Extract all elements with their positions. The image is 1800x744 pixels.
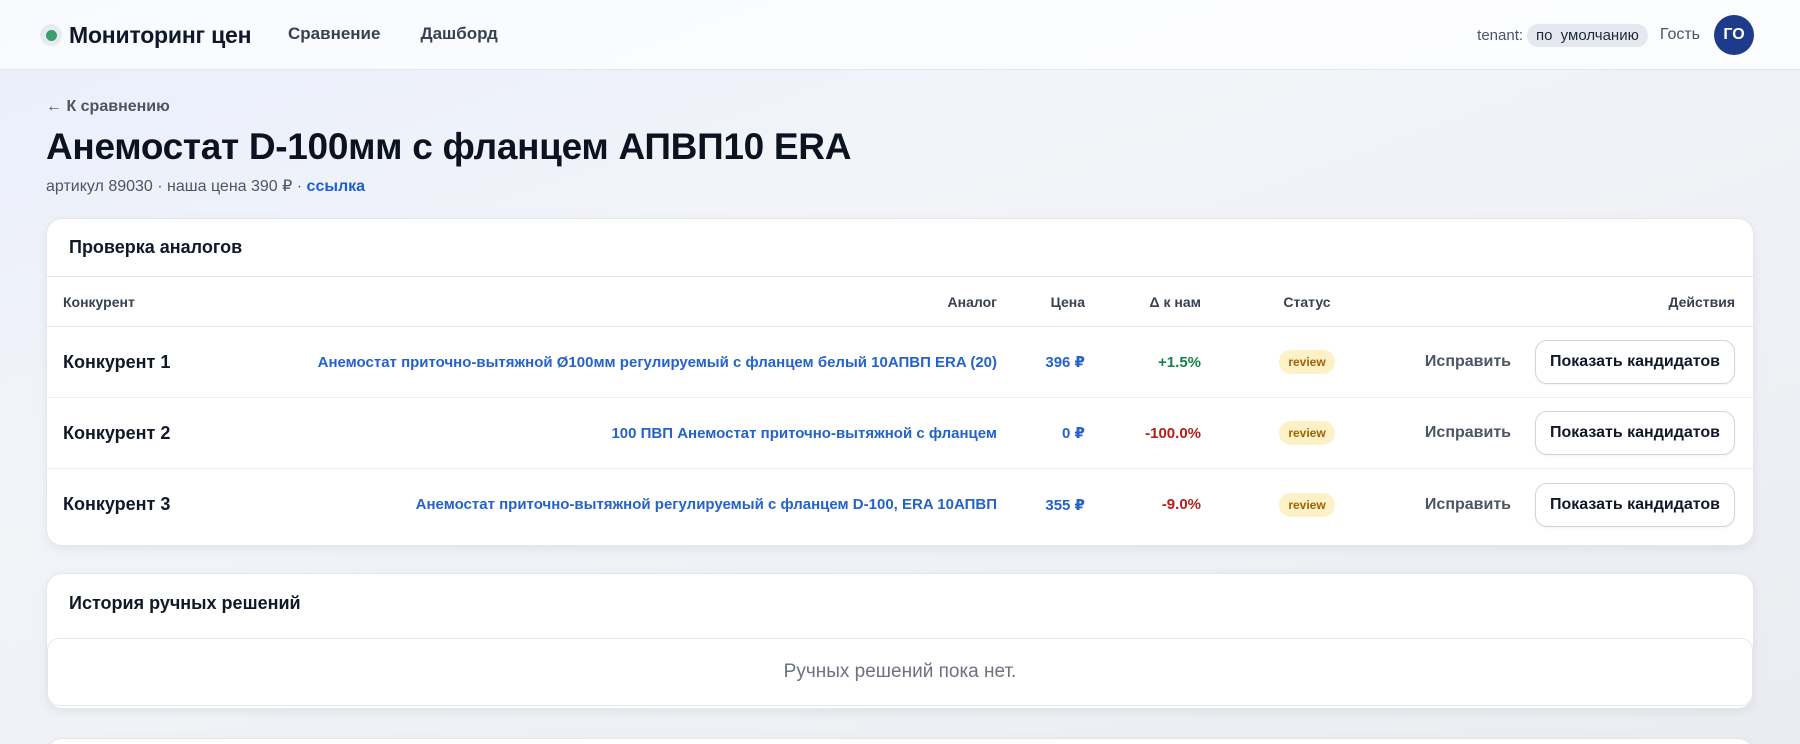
- next-card: [46, 738, 1754, 744]
- product-meta-text: артикул 89030 · наша цена 390 ₽ ·: [46, 178, 307, 195]
- history-empty-state: Ручных решений пока нет.: [47, 638, 1753, 706]
- show-candidates-button[interactable]: Показать кандидатов: [1535, 411, 1735, 455]
- brand[interactable]: Мониторинг цен: [40, 21, 252, 48]
- history-card-title: История ручных решений: [69, 592, 301, 613]
- back-to-compare-link[interactable]: ← К сравнению: [46, 98, 170, 116]
- avatar[interactable]: ГО: [1714, 15, 1754, 55]
- col-analog: Аналог: [947, 293, 997, 310]
- table-row: Конкурент 2 100 ПВП Анемостат приточно-в…: [47, 398, 1753, 469]
- table-row: Конкурент 3 Анемостат приточно-вытяжной …: [47, 469, 1753, 540]
- page-title: Анемостат D-100мм с фланцем АПВП10 ERA: [46, 126, 852, 167]
- top-bar: Мониторинг цен Сравнение Дашборд tenant:…: [0, 0, 1800, 70]
- col-actions: Действия: [1668, 293, 1735, 310]
- nav-dashboard[interactable]: Дашборд: [420, 24, 497, 44]
- col-competitor: Конкурент: [63, 293, 135, 310]
- table-row: Конкурент 1 Анемостат приточно-вытяжной …: [47, 327, 1753, 398]
- main-nav: Сравнение Дашборд: [288, 24, 498, 44]
- nav-compare[interactable]: Сравнение: [288, 24, 380, 44]
- product-meta: артикул 89030 · наша цена 390 ₽ · ссылка: [46, 176, 365, 196]
- fix-button[interactable]: Исправить: [1425, 496, 1511, 514]
- user-name: Гость: [1659, 26, 1700, 43]
- col-delta: Δ к нам: [1149, 293, 1201, 310]
- user-area: tenant: по умолчанию Гость ГО: [1477, 15, 1754, 55]
- analogs-card-title: Проверка аналогов: [47, 219, 1753, 277]
- analogs-card: Проверка аналогов Конкурент Аналог Цена …: [46, 218, 1754, 546]
- show-candidates-button[interactable]: Показать кандидатов: [1535, 482, 1735, 527]
- status-dot-icon: [40, 24, 62, 46]
- tenant-label: tenant:: [1477, 26, 1524, 44]
- history-card: История ручных решений Ручных решений по…: [46, 573, 1754, 709]
- fix-button[interactable]: Исправить: [1425, 353, 1511, 371]
- col-status: Статус: [1283, 293, 1331, 310]
- tenant-pill[interactable]: по умолчанию: [1527, 23, 1648, 47]
- show-candidates-button[interactable]: Показать кандидатов: [1535, 340, 1735, 384]
- brand-title: Мониторинг цен: [69, 21, 252, 48]
- fix-button[interactable]: Исправить: [1425, 424, 1511, 442]
- col-price: Цена: [1050, 293, 1085, 310]
- analogs-table-header: Конкурент Аналог Цена Δ к нам Статус Дей…: [47, 277, 1753, 327]
- product-link[interactable]: ссылка: [307, 178, 366, 195]
